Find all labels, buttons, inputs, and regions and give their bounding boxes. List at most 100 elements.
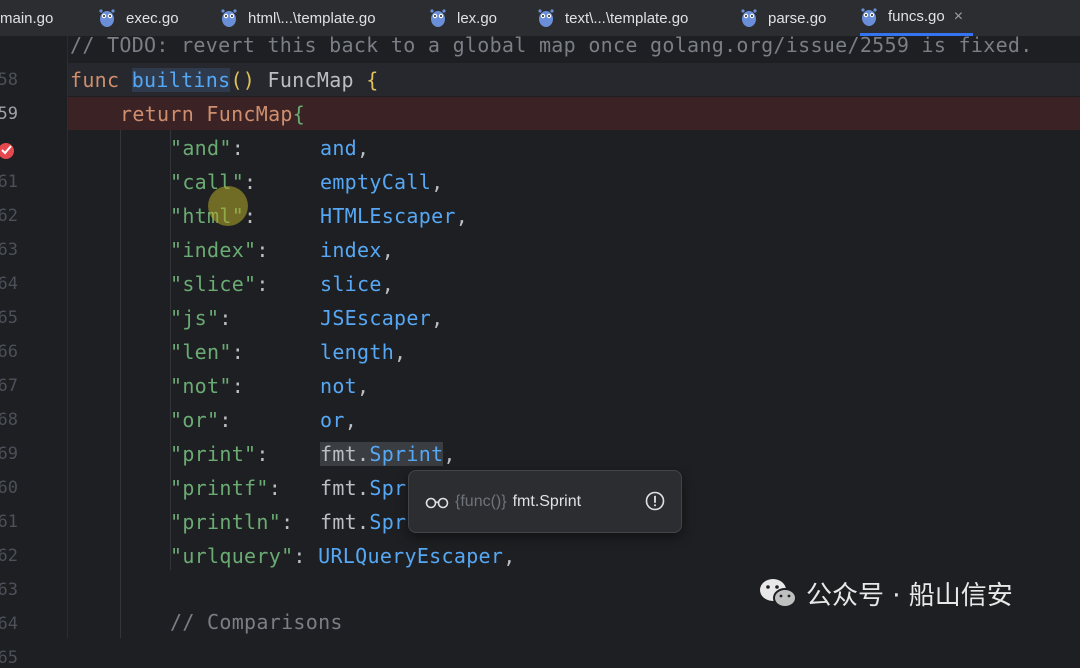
map-entry: "printf": fmt.Spr [170,471,406,505]
map-value[interactable]: HTMLEscaper [320,204,456,228]
code-line-return: return FuncMap{ [120,97,305,131]
map-value[interactable]: and [320,136,357,160]
colon: : [219,306,232,330]
line-number: 63 [0,580,18,600]
comma: , [443,442,456,466]
comma: , [503,544,516,568]
comma: , [381,238,395,262]
signature-text: {func()} [455,492,507,510]
mouse-click-indicator [208,186,248,226]
colon: : [256,442,269,466]
keyword-return: return [120,102,195,126]
map-value[interactable]: slice [320,272,382,296]
gopher-icon [430,9,446,27]
colon: : [268,476,282,500]
line-number: 61 [0,512,18,532]
line-number: 69 [0,444,18,464]
symbol-name[interactable]: fmt.Sprint [513,493,581,511]
map-entry: "print": fmt.Sprint, [170,437,455,471]
map-key: "slice" [170,272,257,296]
line-number: 58 [0,70,18,90]
glasses-icon [425,497,449,508]
open-brace: { [366,68,379,92]
open-brace: { [292,102,306,126]
gopher-icon [741,9,757,27]
watermark-text: 公众号 · 船山信安 [806,581,1013,611]
comma: , [344,408,358,432]
map-value[interactable]: emptyCall [320,170,431,194]
indent-guide [120,130,121,638]
map-value[interactable]: length [320,340,394,364]
line-number: 67 [0,376,18,396]
parens: () [230,68,256,92]
map-value[interactable]: not [320,374,357,398]
tab-main-go[interactable]: main.go [0,0,53,36]
gopher-icon [99,9,115,27]
line-number: 60 [0,478,18,498]
map-key: "and" [170,136,232,160]
colon: : [231,136,245,160]
colon: : [293,544,306,568]
map-value[interactable]: index [320,238,382,262]
comma: , [381,272,395,296]
map-value[interactable]: Spr [369,510,406,534]
comma: , [394,340,407,364]
map-key: "index" [170,238,257,262]
exclamation-circle-icon[interactable] [645,491,665,511]
colon: : [231,374,245,398]
map-entry: "index": index, [170,233,394,267]
package-qualifier[interactable]: fmt. [320,476,369,500]
keyword-func: func [70,68,120,92]
code-line-comment: // Comparisons [170,605,343,639]
line-number: 63 [0,240,18,260]
map-key: "urlquery" [170,544,294,568]
type-name[interactable]: FuncMap [206,102,292,126]
comma: , [431,306,444,330]
code-line-func-decl: func builtins() FuncMap { [70,63,379,97]
tab-label: text\...\template.go [565,9,689,27]
colon: : [244,170,257,194]
line-number-gutter[interactable]: 58 59 61 62 63 64 65 66 67 68 69 60 61 6… [0,36,62,668]
colon: : [231,340,245,364]
map-value[interactable]: URLQueryEscaper [318,544,503,568]
watermark: 公众号 · 船山信安 [758,575,1013,612]
line-number-current: 59 [0,104,18,124]
comma: , [455,204,469,228]
gopher-icon [538,9,554,27]
tab-label: lex.go [457,9,498,27]
map-entry: "js": JSEscaper, [170,301,443,335]
breakpoint-icon[interactable] [0,140,16,160]
map-key: "len" [170,340,232,364]
line-number: 65 [0,648,18,668]
map-entry: "println": fmt.Spr [170,505,406,539]
map-value[interactable]: Sprint [369,442,443,466]
map-key: "print" [170,442,257,466]
map-value[interactable]: or [320,408,345,432]
comment: // TODO: revert this back to a global ma… [70,33,1033,57]
type-name[interactable]: FuncMap [267,68,353,92]
tab-label: exec.go [126,9,179,27]
map-value[interactable]: JSEscaper [320,306,431,330]
comma: , [357,136,370,160]
map-key: "println" [170,510,282,534]
quick-documentation-popup[interactable]: {func()} fmt.Sprint [408,470,682,533]
map-entry: "and": and, [170,131,369,165]
line-number: 62 [0,546,18,566]
close-tab-icon[interactable]: × [954,8,963,26]
gopher-icon [221,9,237,27]
colon: : [256,272,269,296]
package-qualifier[interactable]: fmt. [320,442,369,466]
comma: , [357,374,370,398]
map-key: "js" [170,306,220,330]
wechat-icon [760,578,797,608]
function-name[interactable]: builtins [131,68,231,92]
colon: : [281,510,294,534]
map-entry: "or": or, [170,403,357,437]
line-number: 64 [0,614,18,634]
colon: : [219,408,232,432]
map-value[interactable]: Spr [369,476,406,500]
line-number: 62 [0,206,18,226]
tab-label: html\...\template.go [248,9,376,27]
map-key: "or" [170,408,220,432]
package-qualifier[interactable]: fmt. [320,510,369,534]
